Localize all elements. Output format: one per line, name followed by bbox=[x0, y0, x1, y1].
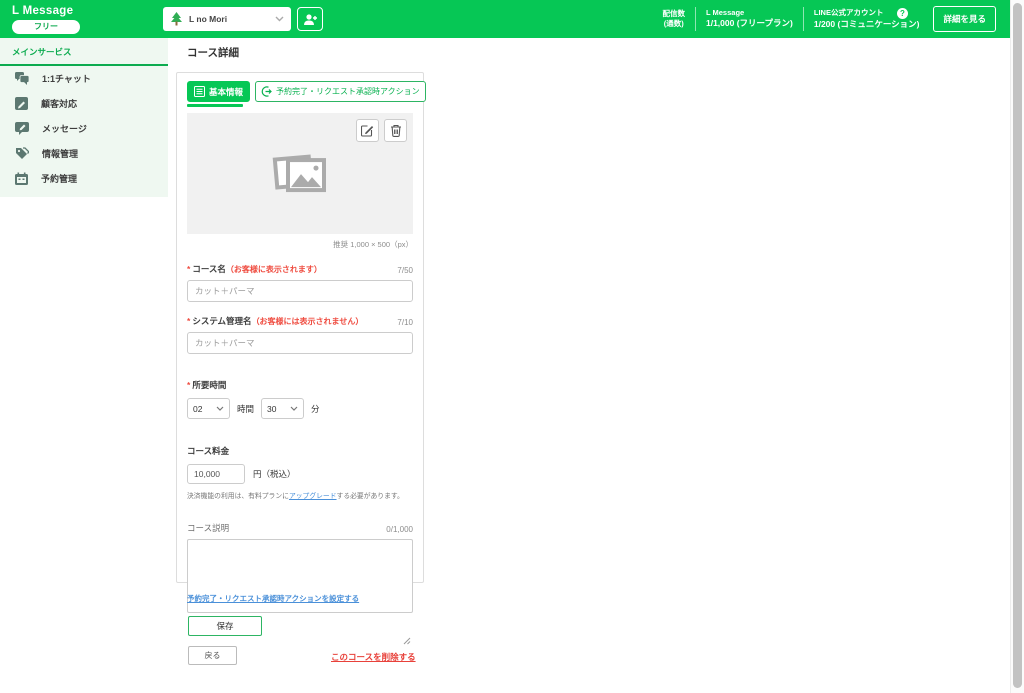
price-unit: 円（税込） bbox=[253, 469, 296, 479]
system-name-label: * システム管理名（お客様には表示されません） bbox=[187, 316, 364, 326]
description-counter: 0/1,000 bbox=[386, 525, 413, 534]
system-name-counter: 7/10 bbox=[397, 318, 413, 327]
line-account-block: LINE公式アカウント ? 1/200 (コミュニケーション) bbox=[813, 7, 920, 30]
price-input[interactable] bbox=[187, 464, 245, 484]
sidebar-item-label: メッセージ bbox=[42, 124, 87, 134]
brand-block: L Message フリー bbox=[12, 5, 84, 34]
chevron-down-icon bbox=[275, 16, 284, 22]
sidebar: メインサービス 1:1チャット 顧客対応 メッセージ 情報管理 予約管理 bbox=[0, 38, 168, 197]
course-image-placeholder[interactable] bbox=[187, 113, 413, 234]
chat-icon bbox=[15, 72, 29, 85]
duration-minutes-select[interactable]: 30 bbox=[261, 398, 305, 419]
resize-grip-icon[interactable] bbox=[403, 637, 411, 645]
plan-info-value: 1/1,000 (フリープラン) bbox=[705, 18, 793, 29]
divider bbox=[694, 7, 696, 31]
tag-icon bbox=[16, 147, 29, 159]
system-name-input[interactable] bbox=[187, 332, 413, 354]
save-button[interactable]: 保存 bbox=[188, 616, 262, 636]
image-size-hint: 推奨 1,000 × 500（px） bbox=[333, 240, 413, 249]
back-button[interactable]: 戻る bbox=[188, 646, 237, 665]
message-icon bbox=[15, 122, 29, 135]
delete-course-link[interactable]: このコースを削除する bbox=[331, 651, 416, 663]
tab-post-booking-actions[interactable]: 予約完了・リクエスト承認時アクション bbox=[255, 81, 426, 102]
svg-text:?: ? bbox=[901, 9, 906, 18]
edit-icon bbox=[361, 125, 374, 137]
price-label: コース料金 bbox=[187, 446, 230, 456]
divider bbox=[802, 7, 804, 31]
plan-info-block: L Message 1/1,000 (フリープラン) bbox=[706, 8, 793, 30]
duration-minutes-unit: 分 bbox=[311, 403, 320, 414]
duration-hours-unit: 時間 bbox=[237, 403, 255, 414]
delivery-sublabel: (通数) bbox=[663, 19, 684, 28]
tab-bar: 基本情報 予約完了・リクエスト承認時アクション bbox=[187, 81, 426, 102]
sidebar-item-label: 予約管理 bbox=[41, 174, 78, 184]
description-label: コース説明 bbox=[187, 523, 230, 533]
sidebar-item-booking[interactable]: 予約管理 bbox=[0, 166, 168, 191]
tab-basic-info[interactable]: 基本情報 bbox=[187, 81, 251, 102]
price-block: コース料金 円（税込） 決済機能の利用は、有料プランにアップグレードする必要があ… bbox=[187, 445, 413, 500]
account-selector[interactable]: L no Mori bbox=[163, 7, 291, 31]
duration-hours-value: 02 bbox=[193, 403, 203, 414]
post-booking-action-link[interactable]: 予約完了・リクエスト承認時アクションを設定する bbox=[187, 593, 359, 604]
page-scrollbar bbox=[1010, 0, 1024, 693]
list-icon bbox=[194, 86, 205, 97]
header-stats: 配信数 (通数) L Message 1/1,000 (フリープラン) LINE… bbox=[662, 0, 996, 38]
line-account-value: 1/200 (コミュニケーション) bbox=[813, 18, 920, 29]
delete-image-button[interactable] bbox=[384, 119, 407, 142]
sidebar-item-products[interactable]: 商品販売 bbox=[0, 191, 168, 197]
plan-info-title: L Message bbox=[705, 8, 745, 18]
edit-image-button[interactable] bbox=[356, 119, 379, 142]
sidebar-item-customer[interactable]: 顧客対応 bbox=[0, 91, 168, 116]
account-name: L no Mori bbox=[189, 14, 228, 24]
delivery-label: 配信数 bbox=[662, 8, 685, 18]
trash-icon bbox=[390, 124, 401, 137]
tab-label: 基本情報 bbox=[209, 86, 244, 97]
duration-minutes-value: 30 bbox=[267, 403, 277, 414]
payment-helper-text: 決済機能の利用は、有料プランにアップグレードする必要があります。 bbox=[187, 493, 404, 500]
duration-hours-select[interactable]: 02 bbox=[187, 398, 230, 419]
page-title: コース詳細 bbox=[187, 47, 239, 59]
chevron-down-icon bbox=[216, 406, 224, 411]
duration-label: * 所要時間 bbox=[187, 380, 227, 390]
upgrade-link[interactable]: アップグレード bbox=[289, 493, 337, 500]
customer-support-icon bbox=[15, 97, 28, 110]
action-arrow-icon bbox=[261, 86, 272, 97]
sidebar-item-message[interactable]: メッセージ bbox=[0, 116, 168, 141]
course-name-counter: 7/50 bbox=[397, 266, 413, 275]
sidebar-section-title: メインサービス bbox=[0, 38, 168, 66]
help-icon[interactable]: ? bbox=[897, 7, 909, 19]
brand-logo: L Message bbox=[12, 4, 74, 17]
calendar-icon bbox=[15, 172, 28, 185]
sidebar-item-label: 顧客対応 bbox=[41, 99, 78, 109]
active-tab-indicator bbox=[187, 104, 243, 107]
course-name-input[interactable] bbox=[187, 280, 413, 302]
scrollbar-thumb[interactable] bbox=[1013, 3, 1022, 688]
details-button[interactable]: 詳細を見る bbox=[933, 6, 996, 32]
app-header: L Message フリー L no Mori 配信数 (通数) L Messa… bbox=[0, 0, 1010, 38]
chevron-down-icon bbox=[290, 406, 298, 411]
tree-icon bbox=[171, 12, 182, 26]
line-account-title: LINE公式アカウント bbox=[813, 8, 884, 18]
sidebar-item-label: 情報管理 bbox=[42, 149, 79, 159]
course-detail-card: 基本情報 予約完了・リクエスト承認時アクション 推奨 1,000 × 500（p… bbox=[176, 72, 426, 645]
delivery-count-block: 配信数 (通数) bbox=[662, 9, 685, 30]
tab-label: 予約完了・リクエスト承認時アクション bbox=[276, 87, 420, 96]
person-add-icon bbox=[303, 13, 317, 25]
plan-badge: フリー bbox=[12, 19, 80, 34]
duration-block: * 所要時間 02 時間 30 分 bbox=[187, 379, 413, 419]
course-name-label: * コース名（お客様に表示されます） bbox=[187, 264, 322, 274]
image-placeholder-icon bbox=[272, 153, 326, 192]
sidebar-item-label: 1:1チャット bbox=[42, 74, 91, 84]
add-account-button[interactable] bbox=[297, 7, 323, 31]
sidebar-item-chat[interactable]: 1:1チャット bbox=[0, 66, 168, 91]
sidebar-item-info[interactable]: 情報管理 bbox=[0, 141, 168, 166]
